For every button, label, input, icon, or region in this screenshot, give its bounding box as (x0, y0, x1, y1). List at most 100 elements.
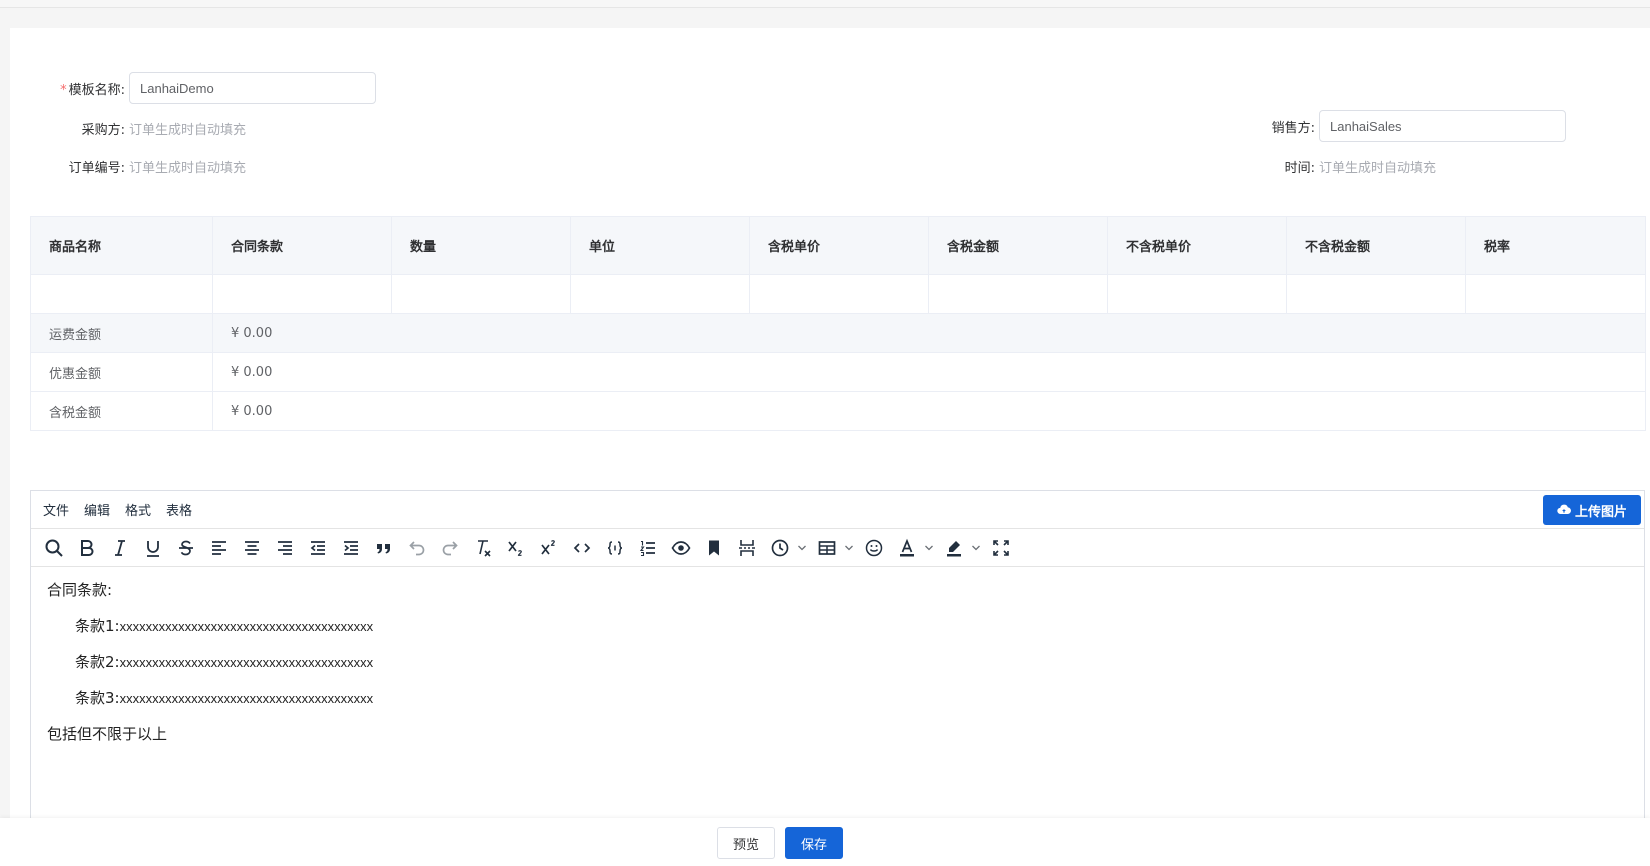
table-cell[interactable] (749, 274, 929, 314)
clause-footer: 包括但不限于以上 (47, 725, 168, 743)
summary-label: 含税金额 (30, 391, 213, 431)
align-center-icon[interactable] (237, 533, 267, 563)
editor-toolbar (31, 529, 1644, 567)
summary-label: 优惠金额 (30, 352, 213, 392)
text-color-icon[interactable] (892, 533, 922, 563)
column-header: 单位 (570, 216, 750, 275)
order-no-label: 订单编号: (68, 160, 125, 176)
table-cell[interactable] (391, 274, 571, 314)
table-cell[interactable] (928, 274, 1108, 314)
blockquote-icon[interactable] (369, 533, 399, 563)
summary-value: ¥ 0.00 (212, 313, 1646, 353)
indent-icon[interactable] (336, 533, 366, 563)
menu-file[interactable]: 文件 (43, 500, 69, 519)
underline-icon[interactable] (138, 533, 168, 563)
insert-datetime-split (765, 533, 809, 563)
buyer-label: 采购方: (81, 122, 125, 138)
table-cell[interactable] (30, 274, 213, 314)
numbered-list-icon[interactable] (633, 533, 663, 563)
align-right-icon[interactable] (270, 533, 300, 563)
template-name-input[interactable] (129, 72, 376, 104)
chevron-down-icon[interactable] (969, 533, 983, 563)
shipping-amount-row: 运费金额 ¥ 0.00 (30, 313, 1646, 353)
menu-format[interactable]: 格式 (125, 500, 151, 519)
highlight-color-split (939, 533, 983, 563)
chevron-down-icon[interactable] (922, 533, 936, 563)
clock-icon[interactable] (765, 533, 795, 563)
redo-icon[interactable] (435, 533, 465, 563)
clause-text: xxxxxxxxxxxxxxxxxxxxxxxxxxxxxxxxxxxxxxx (119, 691, 374, 706)
superscript-icon[interactable] (534, 533, 564, 563)
outdent-icon[interactable] (303, 533, 333, 563)
seller-input[interactable] (1319, 110, 1566, 142)
menu-edit[interactable]: 编辑 (84, 500, 110, 519)
clause-line: 条款3:xxxxxxxxxxxxxxxxxxxxxxxxxxxxxxxxxxxx… (47, 691, 1628, 706)
preview-button[interactable]: 预览 (717, 827, 776, 859)
editor-content[interactable]: 合同条款: 条款1:xxxxxxxxxxxxxxxxxxxxxxxxxxxxxx… (31, 567, 1644, 779)
table-cell[interactable] (1107, 274, 1287, 314)
template-name-row: * 模板名称: (50, 72, 376, 104)
italic-icon[interactable] (105, 533, 135, 563)
strikethrough-icon[interactable] (171, 533, 201, 563)
table-cell[interactable] (1465, 274, 1646, 314)
order-no-hint: 订单生成时自动填充 (129, 160, 247, 176)
subscript-icon[interactable] (501, 533, 531, 563)
required-mark: * (60, 82, 67, 98)
clause-label: 条款3: (75, 689, 120, 707)
buyer-row: 采购方: 订单生成时自动填充 (50, 118, 246, 138)
column-header: 税率 (1465, 216, 1646, 275)
clause-heading: 合同条款: (47, 581, 113, 599)
emoticons-icon[interactable] (859, 533, 889, 563)
clause-text: xxxxxxxxxxxxxxxxxxxxxxxxxxxxxxxxxxxxxxx (119, 619, 374, 634)
editor-menubar: 文件 编辑 格式 表格 上传图片 (31, 491, 1644, 529)
highlighter-icon[interactable] (939, 533, 969, 563)
order-no-row: 订单编号: 订单生成时自动填充 (50, 156, 246, 176)
align-left-icon[interactable] (204, 533, 234, 563)
clause-line: 条款1:xxxxxxxxxxxxxxxxxxxxxxxxxxxxxxxxxxxx… (47, 619, 1628, 634)
bookmark-icon[interactable] (699, 533, 729, 563)
table-row (30, 274, 1646, 314)
discount-amount-row: 优惠金额 ¥ 0.00 (30, 352, 1646, 392)
code-icon[interactable] (567, 533, 597, 563)
code-sample-icon[interactable] (600, 533, 630, 563)
table-cell[interactable] (212, 274, 392, 314)
column-header: 不含税单价 (1107, 216, 1287, 275)
time-hint: 订单生成时自动填充 (1319, 160, 1437, 176)
tax-included-amount-row: 含税金额 ¥ 0.00 (30, 391, 1646, 431)
bold-icon[interactable] (72, 533, 102, 563)
page-break-icon[interactable] (732, 533, 762, 563)
text-color-split (892, 533, 936, 563)
column-header: 含税金额 (928, 216, 1108, 275)
column-header: 合同条款 (212, 216, 392, 275)
upload-image-button[interactable]: 上传图片 (1542, 495, 1641, 525)
column-header: 不含税金额 (1286, 216, 1466, 275)
cloud-upload-icon (1557, 504, 1571, 514)
save-button[interactable]: 保存 (785, 827, 844, 859)
table-icon[interactable] (812, 533, 842, 563)
clause-label: 条款2: (75, 653, 120, 671)
table-cell[interactable] (570, 274, 750, 314)
time-label: 时间: (1284, 160, 1315, 176)
clear-formatting-icon[interactable] (468, 533, 498, 563)
undo-icon[interactable] (402, 533, 432, 563)
top-bar (0, 0, 1650, 8)
buyer-hint: 订单生成时自动填充 (129, 122, 247, 138)
summary-value: ¥ 0.00 (212, 391, 1646, 431)
search-replace-icon[interactable] (39, 533, 69, 563)
footer-action-bar: 预览 保存 (0, 818, 1650, 866)
chevron-down-icon[interactable] (842, 533, 856, 563)
clause-line: 条款2:xxxxxxxxxxxxxxxxxxxxxxxxxxxxxxxxxxxx… (47, 655, 1628, 670)
column-header: 商品名称 (30, 216, 213, 275)
fullscreen-icon[interactable] (986, 533, 1016, 563)
rich-text-editor: 文件 编辑 格式 表格 上传图片 合同条款: 条款1:xxxxxxxxxxxxx… (30, 490, 1645, 822)
product-table: 商品名称 合同条款 数量 单位 含税单价 含税金额 不含税单价 不含税金额 税率… (30, 216, 1646, 431)
table-cell[interactable] (1286, 274, 1466, 314)
column-header: 数量 (391, 216, 571, 275)
preview-eye-icon[interactable] (666, 533, 696, 563)
menu-table[interactable]: 表格 (166, 500, 192, 519)
time-row: 时间: 订单生成时自动填充 (1240, 156, 1436, 176)
chevron-down-icon[interactable] (795, 533, 809, 563)
upload-image-label: 上传图片 (1574, 504, 1627, 520)
seller-row: 销售方: (1240, 110, 1566, 142)
seller-label: 销售方: (1271, 120, 1315, 136)
